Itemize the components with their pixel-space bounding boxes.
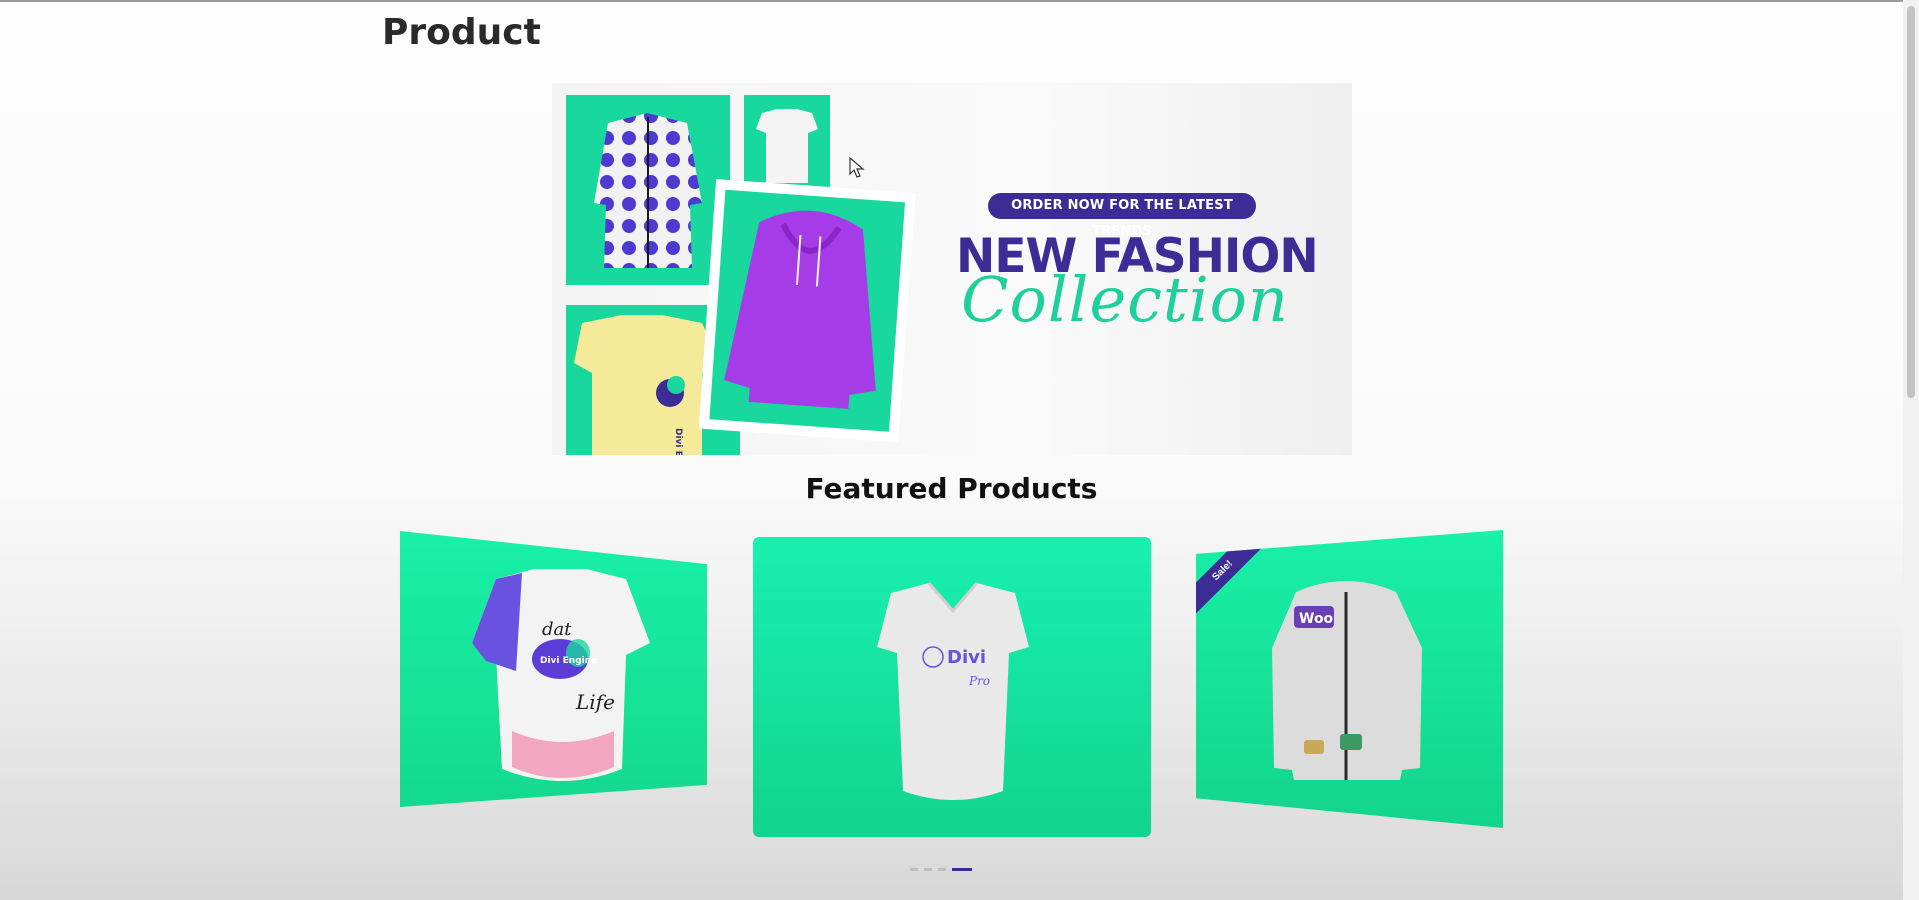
featured-products-title: Featured Products — [805, 472, 1098, 505]
printed-tee-print-3: Life — [575, 690, 615, 714]
carousel-dot[interactable] — [938, 868, 946, 871]
top-rule — [0, 0, 1919, 2]
carousel-dot[interactable] — [924, 868, 932, 871]
v-neck-tee-print-2: Pro — [968, 674, 990, 688]
mouse-cursor-icon — [849, 157, 865, 178]
product-card-woo-hoodie[interactable]: Sale! Woo — [1196, 530, 1503, 828]
hero-subheadline: Collection — [961, 263, 1289, 336]
carousel-dots — [910, 868, 972, 871]
page-scrollbar[interactable] — [1903, 0, 1919, 900]
hero-tee-print: Divi Engine — [673, 428, 683, 455]
hero-banner: Divi Engine ORDER NOW FOR THE LATEST TRE… — [552, 83, 1352, 455]
carousel-dot-active[interactable] — [952, 868, 972, 871]
printed-tee-image: dat Divi Engine Life — [472, 569, 650, 781]
carousel-dot[interactable] — [910, 868, 918, 871]
woo-hoodie-image: Woo — [1272, 581, 1422, 780]
printed-tee-print-1: dat — [542, 619, 572, 640]
printed-tee-print-2: Divi Engine — [540, 656, 597, 666]
scrollbar-thumb[interactable] — [1907, 6, 1915, 398]
product-card-v-neck-tee[interactable]: Divi Pro — [753, 537, 1151, 837]
v-neck-tee-image: Divi Pro — [877, 582, 1029, 800]
promo-pill: ORDER NOW FOR THE LATEST TRENDS — [988, 193, 1256, 239]
product-card-printed-tee[interactable]: dat Divi Engine Life — [400, 531, 707, 807]
v-neck-tee-print-1: Divi — [947, 647, 986, 668]
page-title: Product — [382, 12, 541, 53]
woo-hoodie-print: Woo — [1299, 611, 1334, 627]
